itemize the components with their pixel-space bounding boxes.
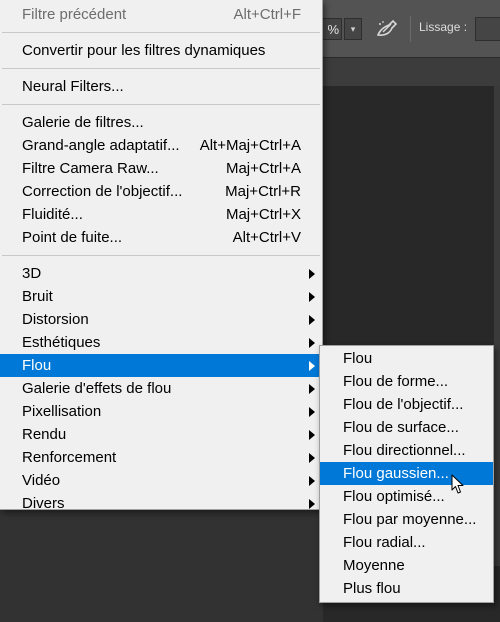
shortcut-label: Maj+Ctrl+X bbox=[225, 206, 301, 223]
shortcut-label: Maj+Ctrl+R bbox=[225, 183, 301, 200]
menu-item-neural-filters[interactable]: Neural Filters... bbox=[0, 75, 322, 98]
menu-item-convert-smart-filters[interactable]: Convertir pour les filtres dynamiques bbox=[0, 39, 322, 62]
menu-separator bbox=[2, 104, 320, 105]
shortcut-label: Alt+Maj+Ctrl+A bbox=[199, 137, 301, 154]
submenu-arrow-icon bbox=[309, 269, 315, 279]
menu-item-render[interactable]: Rendu bbox=[0, 423, 322, 446]
menu-item-3d[interactable]: 3D bbox=[0, 262, 322, 285]
submenu-item-motion-blur[interactable]: Flou directionnel... bbox=[320, 439, 493, 462]
airbrush-icon[interactable] bbox=[372, 16, 402, 42]
submenu-arrow-icon bbox=[309, 315, 315, 325]
submenu-item-shape-blur[interactable]: Flou de forme... bbox=[320, 370, 493, 393]
submenu-arrow-icon bbox=[309, 453, 315, 463]
menu-item-adaptive-wide-angle[interactable]: Grand-angle adaptatif... Alt+Maj+Ctrl+A bbox=[0, 134, 322, 157]
menu-item-last-filter: Filtre précédent Alt+Ctrl+F bbox=[0, 3, 322, 26]
menu-item-blur-gallery[interactable]: Galerie d'effets de flou bbox=[0, 377, 322, 400]
submenu-item-blur-more[interactable]: Plus flou bbox=[320, 577, 493, 600]
submenu-arrow-icon bbox=[309, 476, 315, 486]
menu-item-stylize[interactable]: Esthétiques bbox=[0, 331, 322, 354]
mouse-pointer-icon bbox=[451, 474, 465, 495]
menu-item-other[interactable]: Divers bbox=[0, 492, 322, 515]
menu-item-blur[interactable]: Flou bbox=[0, 354, 322, 377]
smoothing-field[interactable] bbox=[475, 17, 500, 41]
submenu-item-radial-blur[interactable]: Flou radial... bbox=[320, 531, 493, 554]
submenu-item-average[interactable]: Moyenne bbox=[320, 554, 493, 577]
menu-item-lens-correction[interactable]: Correction de l'objectif... Maj+Ctrl+R bbox=[0, 180, 322, 203]
menu-item-noise[interactable]: Bruit bbox=[0, 285, 322, 308]
menu-separator bbox=[2, 68, 320, 69]
document-tab-strip bbox=[323, 57, 500, 86]
submenu-item-surface-blur[interactable]: Flou de surface... bbox=[320, 416, 493, 439]
submenu-item-blur[interactable]: Flou bbox=[320, 347, 493, 370]
menu-item-liquify[interactable]: Fluidité... Maj+Ctrl+X bbox=[0, 203, 322, 226]
smoothing-label: Lissage : bbox=[419, 20, 468, 34]
blur-submenu: Flou Flou de forme... Flou de l'objectif… bbox=[319, 345, 494, 603]
menu-item-filter-gallery[interactable]: Galerie de filtres... bbox=[0, 111, 322, 134]
menu-item-pixelate[interactable]: Pixellisation bbox=[0, 400, 322, 423]
submenu-arrow-icon bbox=[309, 499, 315, 509]
submenu-arrow-icon bbox=[309, 361, 315, 371]
zoom-dropdown[interactable]: ▾ bbox=[344, 18, 362, 40]
menu-item-vanishing-point[interactable]: Point de fuite... Alt+Ctrl+V bbox=[0, 226, 322, 249]
submenu-arrow-icon bbox=[309, 407, 315, 417]
submenu-item-lens-blur[interactable]: Flou de l'objectif... bbox=[320, 393, 493, 416]
submenu-item-box-blur[interactable]: Flou par moyenne... bbox=[320, 508, 493, 531]
submenu-arrow-icon bbox=[309, 384, 315, 394]
menu-item-distort[interactable]: Distorsion bbox=[0, 308, 322, 331]
shortcut-label: Alt+Ctrl+V bbox=[232, 229, 301, 246]
shortcut-label: Maj+Ctrl+A bbox=[225, 160, 301, 177]
menu-item-camera-raw[interactable]: Filtre Camera Raw... Maj+Ctrl+A bbox=[0, 157, 322, 180]
shortcut-label: Alt+Ctrl+F bbox=[233, 6, 301, 23]
menu-item-video[interactable]: Vidéo bbox=[0, 469, 322, 492]
submenu-arrow-icon bbox=[309, 338, 315, 348]
submenu-arrow-icon bbox=[309, 292, 315, 302]
submenu-arrow-icon bbox=[309, 430, 315, 440]
menu-separator bbox=[2, 32, 320, 33]
menu-separator bbox=[2, 255, 320, 256]
canvas-edge bbox=[494, 86, 500, 566]
menu-item-sharpen[interactable]: Renforcement bbox=[0, 446, 322, 469]
submenu-item-smart-blur[interactable]: Flou optimisé... bbox=[320, 485, 493, 508]
toolbar-divider bbox=[410, 16, 411, 42]
filter-menu: Filtre précédent Alt+Ctrl+F Convertir po… bbox=[0, 0, 323, 512]
submenu-item-gaussian-blur[interactable]: Flou gaussien... bbox=[320, 462, 493, 485]
